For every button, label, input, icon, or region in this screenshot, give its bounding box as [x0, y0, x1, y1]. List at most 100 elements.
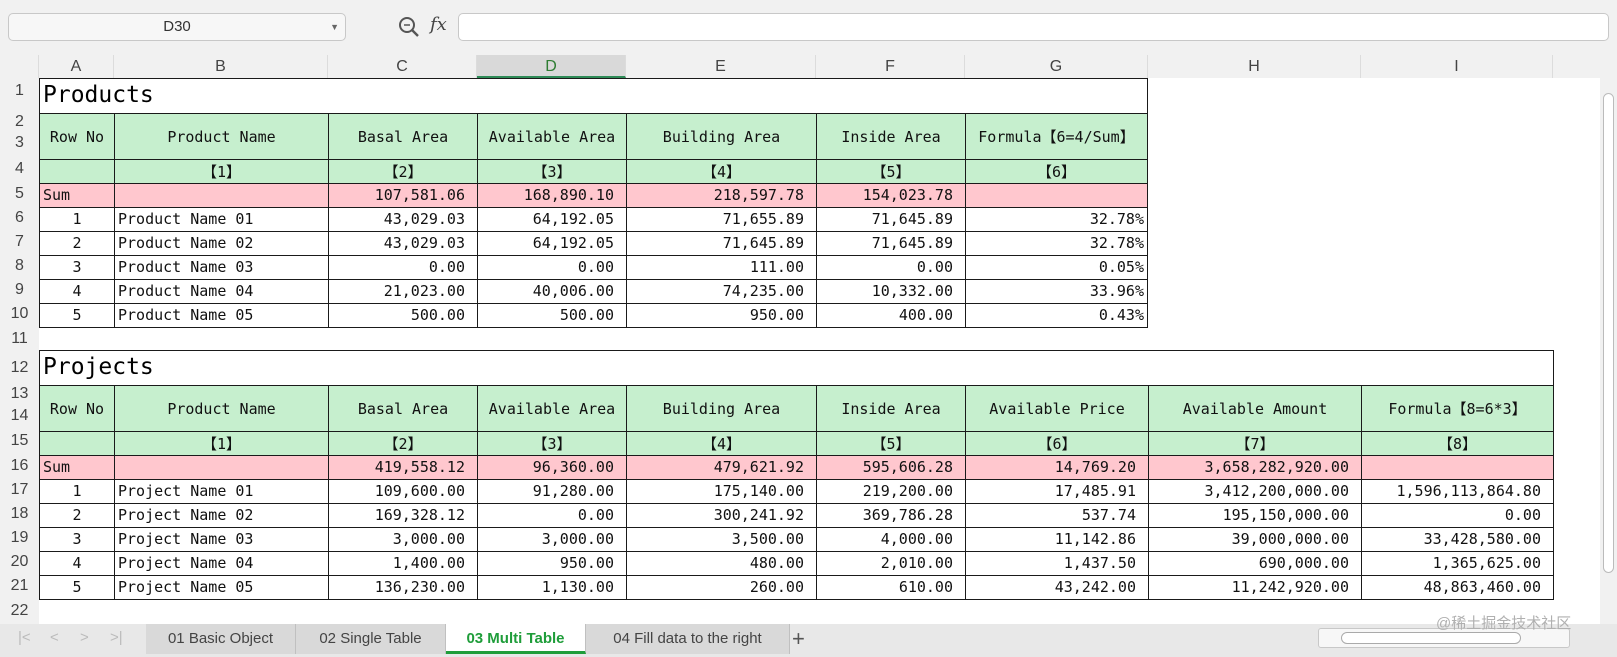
- projects-cell[interactable]: 690,000.00: [1148, 551, 1362, 576]
- row-header[interactable]: 3: [0, 134, 39, 152]
- projects-cell[interactable]: Project Name 02: [114, 503, 329, 528]
- column-header-e[interactable]: E: [626, 55, 816, 78]
- projects-cell[interactable]: 300,241.92: [626, 503, 817, 528]
- products-cell[interactable]: 64,192.05: [477, 207, 627, 232]
- projects-cell[interactable]: 3,000.00: [477, 527, 627, 552]
- products-sum-cell[interactable]: [114, 183, 329, 208]
- projects-cell[interactable]: 3,500.00: [626, 527, 817, 552]
- vertical-scroll-thumb[interactable]: [1603, 93, 1614, 573]
- row-header[interactable]: 21: [0, 577, 39, 595]
- products-index-cell[interactable]: 【3】: [477, 159, 627, 184]
- projects-cell[interactable]: 48,863,460.00: [1361, 575, 1554, 600]
- projects-header-building-area[interactable]: Building Area: [626, 385, 817, 432]
- projects-cell[interactable]: 1,365,625.00: [1361, 551, 1554, 576]
- products-header-product-name[interactable]: Product Name: [114, 113, 329, 160]
- products-cell[interactable]: Product Name 05: [114, 303, 329, 328]
- sheet-tab-multi-table[interactable]: 03 Multi Table: [446, 624, 586, 654]
- projects-cell[interactable]: 369,786.28: [816, 503, 966, 528]
- projects-cell[interactable]: 2,010.00: [816, 551, 966, 576]
- projects-cell[interactable]: 4,000.00: [816, 527, 966, 552]
- products-title[interactable]: Products: [39, 78, 1148, 114]
- last-sheet-icon[interactable]: >|: [110, 629, 123, 646]
- projects-cell[interactable]: 3,000.00: [328, 527, 478, 552]
- row-header[interactable]: 7: [0, 233, 39, 251]
- select-all-corner[interactable]: [0, 55, 39, 78]
- products-cell[interactable]: 0.00: [816, 255, 966, 280]
- row-header[interactable]: 19: [0, 529, 39, 547]
- products-cell[interactable]: 4: [39, 279, 115, 304]
- projects-cell[interactable]: 260.00: [626, 575, 817, 600]
- row-header[interactable]: 15: [0, 432, 39, 450]
- row-header[interactable]: 8: [0, 257, 39, 275]
- products-cell[interactable]: 64,192.05: [477, 231, 627, 256]
- column-header-a[interactable]: A: [39, 55, 114, 78]
- row-header[interactable]: 18: [0, 505, 39, 523]
- products-cell[interactable]: 111.00: [626, 255, 817, 280]
- projects-header-available-price[interactable]: Available Price: [965, 385, 1149, 432]
- projects-sum-cell[interactable]: 419,558.12: [328, 455, 478, 480]
- products-index-cell[interactable]: 【5】: [816, 159, 966, 184]
- products-cell[interactable]: 71,655.89: [626, 207, 817, 232]
- products-cell[interactable]: 500.00: [477, 303, 627, 328]
- projects-cell[interactable]: 1,437.50: [965, 551, 1149, 576]
- projects-cell[interactable]: 480.00: [626, 551, 817, 576]
- projects-cell[interactable]: 136,230.00: [328, 575, 478, 600]
- products-index-cell[interactable]: 【2】: [328, 159, 478, 184]
- projects-sum-cell[interactable]: [1361, 455, 1554, 480]
- projects-index-cell[interactable]: 【2】: [328, 431, 478, 456]
- products-index-cell[interactable]: 【6】: [965, 159, 1148, 184]
- projects-cell[interactable]: 537.74: [965, 503, 1149, 528]
- projects-header-product-name[interactable]: Product Name: [114, 385, 329, 432]
- projects-cell[interactable]: 195,150,000.00: [1148, 503, 1362, 528]
- products-cell[interactable]: Product Name 03: [114, 255, 329, 280]
- projects-header-row-no[interactable]: Row No: [39, 385, 115, 432]
- projects-sum-cell[interactable]: 14,769.20: [965, 455, 1149, 480]
- add-sheet-icon[interactable]: +: [792, 626, 805, 652]
- row-header[interactable]: 22: [0, 602, 39, 620]
- name-box[interactable]: D30 ▼: [8, 13, 346, 41]
- projects-cell[interactable]: Project Name 05: [114, 575, 329, 600]
- products-header-available-area[interactable]: Available Area: [477, 113, 627, 160]
- products-sum-cell[interactable]: 154,023.78: [816, 183, 966, 208]
- products-cell[interactable]: 71,645.89: [816, 207, 966, 232]
- column-header-g[interactable]: G: [965, 55, 1148, 78]
- projects-cell[interactable]: 950.00: [477, 551, 627, 576]
- products-cell[interactable]: 5: [39, 303, 115, 328]
- sheet-tab-fill-right[interactable]: 04 Fill data to the right: [586, 624, 790, 654]
- projects-cell[interactable]: 1,596,113,864.80: [1361, 479, 1554, 504]
- projects-cell[interactable]: 109,600.00: [328, 479, 478, 504]
- column-header-c[interactable]: C: [328, 55, 477, 78]
- products-cell[interactable]: 0.00: [328, 255, 478, 280]
- products-cell[interactable]: 40,006.00: [477, 279, 627, 304]
- projects-cell[interactable]: Project Name 04: [114, 551, 329, 576]
- formula-input[interactable]: [458, 13, 1609, 41]
- projects-cell[interactable]: 175,140.00: [626, 479, 817, 504]
- products-header-building-area[interactable]: Building Area: [626, 113, 817, 160]
- projects-sum-label[interactable]: Sum: [39, 455, 115, 480]
- products-cell[interactable]: 71,645.89: [816, 231, 966, 256]
- projects-sum-cell[interactable]: 595,606.28: [816, 455, 966, 480]
- projects-index-cell[interactable]: 【6】: [965, 431, 1149, 456]
- projects-cell[interactable]: Project Name 03: [114, 527, 329, 552]
- projects-cell[interactable]: 610.00: [816, 575, 966, 600]
- row-header[interactable]: 5: [0, 185, 39, 203]
- products-index-cell[interactable]: 【4】: [626, 159, 817, 184]
- products-cell[interactable]: Product Name 01: [114, 207, 329, 232]
- projects-sum-cell[interactable]: 3,658,282,920.00: [1148, 455, 1362, 480]
- products-index-cell[interactable]: 【1】: [114, 159, 329, 184]
- column-header-f[interactable]: F: [816, 55, 965, 78]
- products-cell[interactable]: Product Name 04: [114, 279, 329, 304]
- products-cell[interactable]: 500.00: [328, 303, 478, 328]
- first-sheet-icon[interactable]: |<: [18, 629, 31, 646]
- row-header[interactable]: 12: [0, 359, 39, 377]
- products-cell[interactable]: 2: [39, 231, 115, 256]
- products-sum-cell[interactable]: 107,581.06: [328, 183, 478, 208]
- products-cell[interactable]: 33.96%: [965, 279, 1148, 304]
- projects-cell[interactable]: 1,130.00: [477, 575, 627, 600]
- products-cell[interactable]: 1: [39, 207, 115, 232]
- products-cell[interactable]: 10,332.00: [816, 279, 966, 304]
- row-header[interactable]: 16: [0, 457, 39, 475]
- projects-index-cell[interactable]: 【8】: [1361, 431, 1554, 456]
- products-header-basal-area[interactable]: Basal Area: [328, 113, 478, 160]
- products-cell[interactable]: 400.00: [816, 303, 966, 328]
